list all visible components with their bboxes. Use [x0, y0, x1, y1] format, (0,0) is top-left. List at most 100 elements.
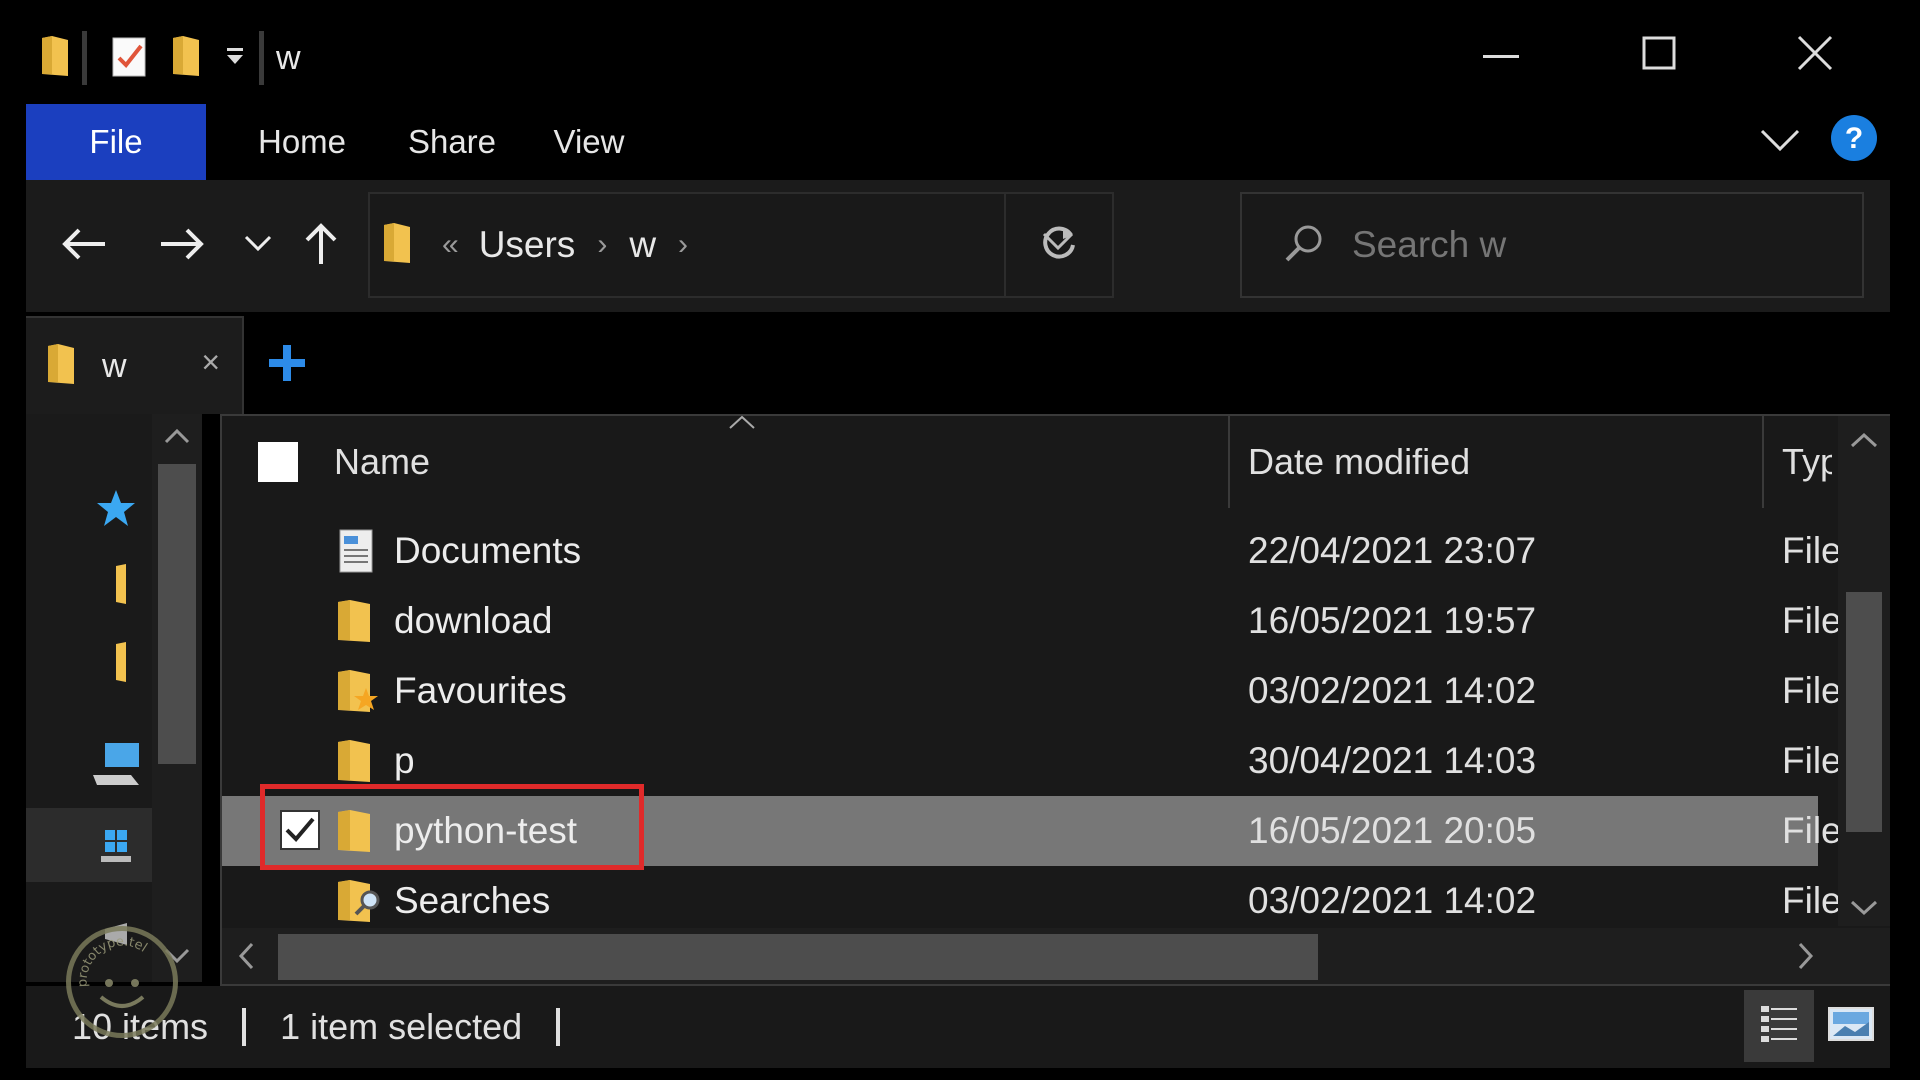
- file-date-modified: 03/02/2021 14:02: [1248, 880, 1537, 921]
- minimize-button[interactable]: [1446, 20, 1556, 90]
- quick-access-star-icon[interactable]: [86, 478, 146, 538]
- navigation-scrollbar[interactable]: [152, 414, 202, 982]
- watermark-text: prototype.tel: [75, 934, 149, 987]
- new-folder-icon[interactable]: [171, 34, 201, 83]
- back-arrow-icon: [61, 227, 107, 266]
- horizontal-scrollbar-thumb[interactable]: [278, 934, 1318, 980]
- tab-w[interactable]: w ×: [26, 316, 244, 414]
- table-row[interactable]: Searches 03/02/2021 14:02 File: [222, 866, 1840, 936]
- column-header-name[interactable]: Name: [334, 416, 430, 508]
- quick-access-toolbar: w: [40, 28, 301, 88]
- maximize-icon: [1642, 36, 1676, 75]
- file-type: File: [1782, 880, 1840, 921]
- select-all-checkbox[interactable]: [258, 442, 298, 482]
- customize-dropdown-icon[interactable]: [223, 44, 247, 73]
- documents-folder-icon: [336, 528, 380, 574]
- scroll-up-icon[interactable]: [1850, 432, 1878, 453]
- breadcrumb-separator[interactable]: ›: [678, 228, 688, 262]
- breadcrumb-separator[interactable]: ›: [597, 228, 607, 262]
- search-icon: [1284, 223, 1324, 268]
- back-button[interactable]: [54, 216, 114, 276]
- search-input[interactable]: [1352, 224, 1812, 266]
- sort-indicator-icon: [728, 414, 756, 435]
- navigation-bar: « Users › w ›: [26, 180, 1890, 312]
- file-date-modified: 03/02/2021 14:02: [1248, 670, 1537, 711]
- refresh-icon: [1039, 223, 1079, 268]
- horizontal-scrollbar[interactable]: [222, 928, 1890, 984]
- file-name: download: [394, 600, 553, 641]
- details-view-icon: [1757, 1002, 1801, 1051]
- watermark-logo: prototype.tel: [66, 926, 178, 1038]
- tab-home[interactable]: Home: [232, 104, 372, 180]
- folder-icon[interactable]: [86, 632, 146, 692]
- file-date-modified: 30/04/2021 14:03: [1248, 740, 1537, 781]
- searches-folder-icon: [336, 878, 380, 924]
- tab-share[interactable]: Share: [382, 104, 522, 180]
- folder-icon: [46, 342, 76, 391]
- help-icon: ?: [1830, 114, 1878, 170]
- address-bar[interactable]: « Users › w ›: [368, 192, 1114, 298]
- plus-icon: [266, 345, 308, 388]
- details-view-button[interactable]: [1744, 990, 1814, 1062]
- folder-icon: [382, 221, 412, 270]
- properties-icon[interactable]: [109, 34, 149, 83]
- folder-icon[interactable]: [86, 554, 146, 614]
- this-pc-icon[interactable]: [86, 734, 146, 794]
- navigation-pane: [26, 414, 202, 982]
- file-type: File: [1782, 600, 1840, 641]
- selection-count: 1 item selected: [280, 1006, 523, 1047]
- recent-locations-button[interactable]: [238, 216, 278, 276]
- file-date-modified: 16/05/2021 20:05: [1248, 810, 1537, 851]
- ribbon-tabs: File Home Share View ?: [26, 104, 1890, 180]
- vertical-scrollbar[interactable]: [1838, 416, 1890, 926]
- file-name: Documents: [394, 530, 582, 571]
- column-header-date-modified[interactable]: Date modified: [1248, 416, 1470, 508]
- file-date-modified: 22/04/2021 23:07: [1248, 530, 1537, 571]
- up-button[interactable]: [296, 216, 346, 276]
- folder-icon: [336, 738, 380, 784]
- column-divider[interactable]: [1228, 416, 1230, 508]
- scroll-left-icon[interactable]: [238, 942, 254, 975]
- forward-button[interactable]: [152, 216, 212, 276]
- navigation-scrollbar-thumb[interactable]: [158, 464, 196, 764]
- toolbar-separator: [259, 31, 264, 85]
- toolbar-separator: [82, 31, 87, 85]
- column-header-type[interactable]: Typ: [1782, 416, 1832, 508]
- file-type: File: [1782, 670, 1840, 711]
- column-divider[interactable]: [1762, 416, 1764, 508]
- up-arrow-icon: [304, 222, 338, 271]
- tab-label: w: [102, 346, 127, 385]
- new-tab-button[interactable]: [266, 342, 308, 389]
- tab-file[interactable]: File: [26, 104, 206, 180]
- maximize-button[interactable]: [1604, 20, 1714, 90]
- vertical-scrollbar-thumb[interactable]: [1846, 592, 1882, 832]
- table-row[interactable]: download 16/05/2021 19:57 File: [222, 586, 1840, 656]
- large-icons-view-button[interactable]: [1816, 990, 1886, 1062]
- svg-text:?: ?: [1845, 122, 1863, 155]
- breadcrumb-w[interactable]: w: [629, 224, 656, 266]
- title-bar: w: [26, 0, 1890, 104]
- refresh-button[interactable]: [1004, 194, 1112, 296]
- status-separator: [556, 1008, 561, 1046]
- window-title: w: [276, 38, 301, 77]
- favourites-folder-icon: [336, 668, 380, 714]
- scroll-down-icon[interactable]: [1850, 900, 1878, 921]
- ribbon-expand-button[interactable]: [1750, 104, 1810, 180]
- tab-view[interactable]: View: [534, 104, 644, 180]
- tab-close-button[interactable]: ×: [201, 344, 220, 381]
- close-icon: [1797, 35, 1833, 76]
- file-type: File: [1782, 530, 1840, 571]
- status-separator: [242, 1008, 247, 1046]
- close-button[interactable]: [1760, 20, 1870, 90]
- breadcrumb-overflow[interactable]: «: [442, 228, 459, 262]
- table-row[interactable]: Favourites 03/02/2021 14:02 File: [222, 656, 1840, 726]
- table-row[interactable]: Documents 22/04/2021 23:07 File: [222, 516, 1840, 586]
- breadcrumb-users[interactable]: Users: [479, 224, 576, 266]
- windows-drive-icon[interactable]: [86, 814, 146, 874]
- scroll-up-icon[interactable]: [164, 428, 190, 449]
- status-bar: 10 items 1 item selected: [26, 986, 1890, 1068]
- chevron-down-icon: [1760, 123, 1800, 161]
- help-button[interactable]: ?: [1828, 104, 1880, 180]
- search-box[interactable]: [1240, 192, 1864, 298]
- scroll-right-icon[interactable]: [1798, 942, 1814, 975]
